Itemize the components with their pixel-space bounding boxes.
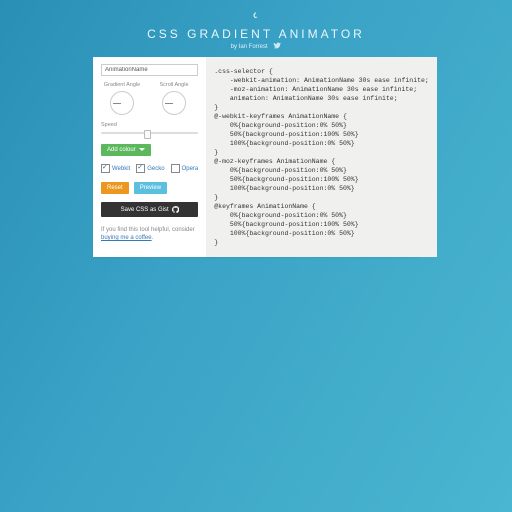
prefix-gecko[interactable]: Gecko xyxy=(136,164,164,173)
checkbox-icon xyxy=(171,164,180,173)
github-icon xyxy=(172,206,179,213)
code-output[interactable]: .css-selector { -webkit-animation: Anima… xyxy=(206,57,437,257)
speed-slider[interactable] xyxy=(101,130,198,136)
checkbox-icon xyxy=(101,164,110,173)
twitter-icon[interactable] xyxy=(273,42,281,51)
byline-text: by Ian Forrest xyxy=(231,44,268,50)
prefix-opera[interactable]: Opera xyxy=(171,164,199,173)
prefix-row: Webkit Gecko Opera xyxy=(101,164,198,173)
preview-button[interactable]: Preview xyxy=(134,182,167,194)
caret-down-icon xyxy=(139,148,145,151)
main-panel: Gradient Angle Scroll Angle Speed Add co… xyxy=(93,57,419,257)
app-title: CSS GRADIENT ANIMATOR xyxy=(0,27,512,41)
reset-button[interactable]: Reset xyxy=(101,182,129,194)
save-gist-button[interactable]: Save CSS as Gist xyxy=(101,202,198,217)
controls-column: Gradient Angle Scroll Angle Speed Add co… xyxy=(93,57,206,257)
gradient-angle-label: Gradient Angle xyxy=(101,82,143,88)
animation-name-input[interactable] xyxy=(101,64,198,76)
coffee-link[interactable]: buying me a coffee xyxy=(101,235,152,241)
add-colour-button[interactable]: Add colour xyxy=(101,144,151,156)
speed-label: Speed xyxy=(101,122,198,128)
speed-slider-thumb[interactable] xyxy=(144,130,151,139)
help-text: If you find this tool helpful, consider … xyxy=(101,226,198,242)
scroll-angle-knob[interactable] xyxy=(162,91,186,115)
gradient-angle-knob[interactable] xyxy=(110,91,134,115)
flame-icon xyxy=(0,10,512,25)
checkbox-icon xyxy=(136,164,145,173)
byline: by Ian Forrest xyxy=(0,42,512,51)
scroll-angle-label: Scroll Angle xyxy=(153,82,195,88)
prefix-webkit[interactable]: Webkit xyxy=(101,164,130,173)
